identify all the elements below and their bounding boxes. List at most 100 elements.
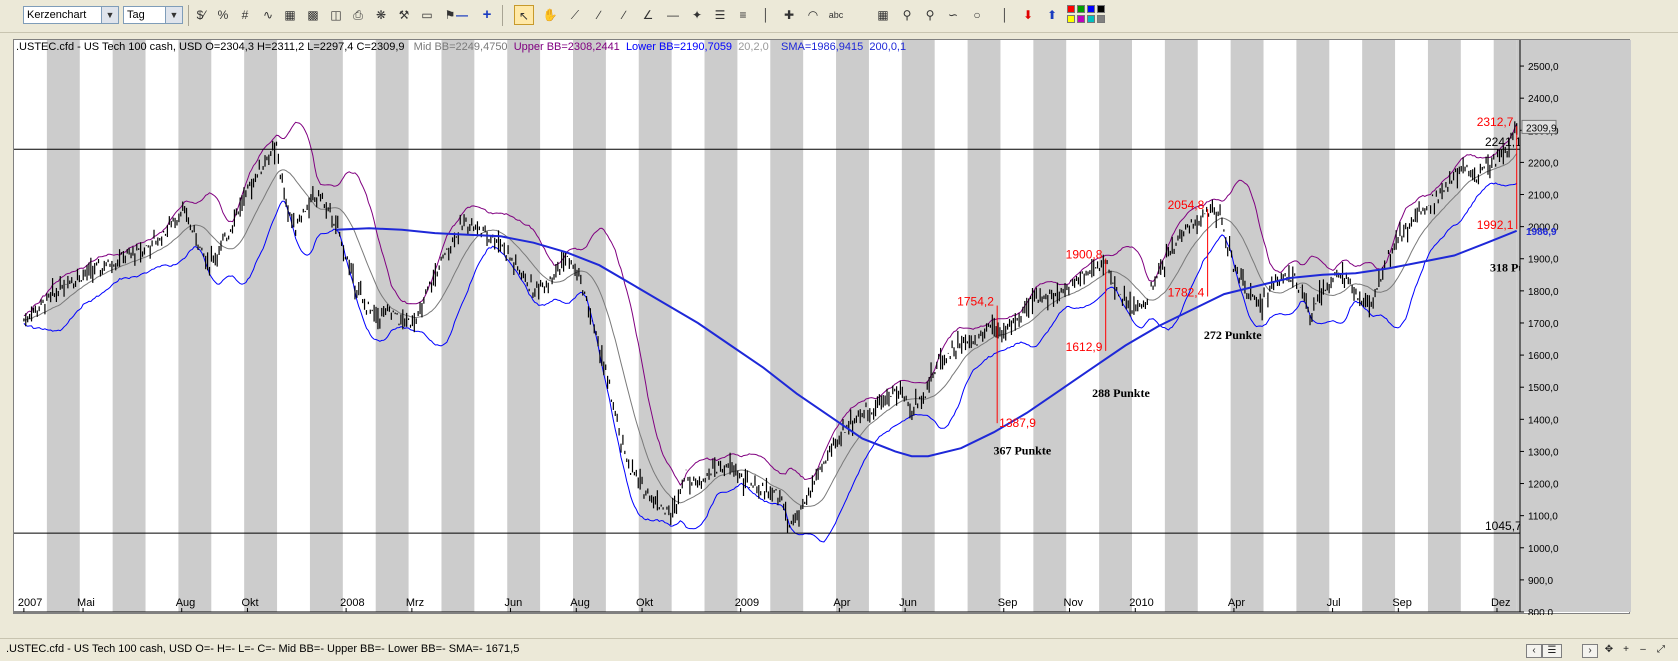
x-tick-label: 2010: [1129, 597, 1153, 609]
background-stripe: [244, 40, 278, 612]
crosshair-icon[interactable]: ✚: [779, 5, 799, 25]
points-label: 367 Punkte: [993, 444, 1051, 458]
y-tick-label: 1200,0: [1528, 480, 1559, 491]
y-tick-label: 1600,0: [1528, 351, 1559, 362]
x-tick-label: Jun: [505, 597, 523, 609]
freehand-icon[interactable]: ∽: [943, 5, 963, 25]
hand-icon[interactable]: ✋: [540, 5, 560, 25]
y-tick-label: 2500,0: [1528, 62, 1559, 73]
move-icon[interactable]: ✥: [1602, 644, 1616, 656]
color-palette[interactable]: [1067, 5, 1107, 25]
fan-icon[interactable]: ✦: [687, 5, 707, 25]
fibonacci-icon[interactable]: ☰: [710, 5, 730, 25]
angle-line-icon[interactable]: ∠: [638, 5, 658, 25]
scrollbar-thumb[interactable]: ☰: [1542, 644, 1562, 658]
zoom-region-icon[interactable]: ⚲: [920, 5, 940, 25]
y-tick-label: 1100,0: [1528, 512, 1558, 523]
retracement-icon[interactable]: ≡: [733, 5, 753, 25]
y-tick-label: 2400,0: [1528, 94, 1559, 105]
background-stripe: [178, 40, 212, 612]
dollar-percent-icon[interactable]: $⁄: [191, 5, 211, 25]
period-value: Tag: [127, 9, 145, 21]
annotation-label: 2054,8: [1168, 198, 1205, 212]
grid-icon[interactable]: #: [235, 5, 255, 25]
toolbar-separator: [502, 5, 503, 26]
trend-line-icon[interactable]: ⟋: [565, 5, 585, 25]
x-tick-label: Apr: [833, 597, 850, 609]
scroll-right-icon[interactable]: ›: [1582, 644, 1598, 658]
background-stripe: [1033, 40, 1067, 612]
tools-icon[interactable]: ⚒: [394, 5, 414, 25]
zoom-out-icon[interactable]: —: [452, 5, 472, 25]
x-tick-label: 2007: [18, 597, 42, 609]
zoom-minus-icon[interactable]: –: [1636, 644, 1650, 656]
parallel-lines-icon[interactable]: ∕: [589, 5, 609, 25]
color-swatch[interactable]: [1067, 5, 1075, 13]
period-select[interactable]: Tag ▼: [123, 6, 183, 24]
indicator-icon[interactable]: ❋: [371, 5, 391, 25]
color-swatch[interactable]: [1077, 15, 1085, 23]
eraser-icon[interactable]: ◫: [326, 5, 346, 25]
text-tool-icon[interactable]: abc: [826, 5, 846, 25]
percent-icon[interactable]: %: [213, 5, 233, 25]
y-tick-label: 1400,0: [1528, 415, 1559, 426]
zoom-in-icon[interactable]: +: [477, 5, 497, 25]
background-stripe: [507, 40, 541, 612]
arrow-down-icon[interactable]: ⬇: [1018, 5, 1038, 25]
cycle-lines-icon[interactable]: │: [756, 5, 776, 25]
y-tick-label: 1800,0: [1528, 287, 1559, 298]
x-tick-label: Dez: [1491, 597, 1511, 609]
resize-icon[interactable]: ⤢: [1654, 644, 1668, 656]
arc-icon[interactable]: ◠: [803, 5, 823, 25]
y-tick-label: 1700,0: [1528, 319, 1559, 330]
x-tick-label: 2008: [340, 597, 364, 609]
pointer-icon[interactable]: ↖: [514, 5, 534, 25]
annotation-label: 1782,4: [1168, 286, 1205, 300]
background-stripe: [901, 40, 935, 612]
color-swatch[interactable]: [1067, 15, 1075, 23]
x-tick-label: Sep: [1392, 597, 1412, 609]
chevron-down-icon[interactable]: ▼: [165, 7, 182, 23]
annotation-label: 1612,9: [1066, 340, 1103, 354]
channel-icon[interactable]: ∕: [614, 5, 634, 25]
x-tick-label: Okt: [636, 597, 653, 609]
scroll-left-icon[interactable]: ‹: [1526, 644, 1542, 658]
background-stripe: [638, 40, 672, 612]
ellipse-icon[interactable]: ○: [967, 5, 987, 25]
color-swatch[interactable]: [1077, 5, 1085, 13]
color-swatch[interactable]: [1097, 5, 1105, 13]
chevron-down-icon[interactable]: ▼: [101, 7, 118, 23]
vertical-line-icon[interactable]: │: [995, 5, 1015, 25]
magnifier-icon[interactable]: ⚲: [897, 5, 917, 25]
color-swatch[interactable]: [1087, 15, 1095, 23]
x-tick-label: Jun: [899, 597, 917, 609]
horizontal-line-icon[interactable]: ―: [663, 5, 683, 25]
chart-type-select[interactable]: Kerzenchart ▼: [23, 6, 119, 24]
legend-sma-params: 200,0,1: [869, 41, 907, 53]
zoom-plus-icon[interactable]: +: [1619, 644, 1633, 656]
background-stripe: [770, 40, 804, 612]
y-tick-label: 900,0: [1528, 576, 1553, 587]
chart-area[interactable]: 2241,1 1045,7 1754,2 1387,9 1900,8 1612,9 2054…: [13, 39, 1631, 615]
color-swatch[interactable]: [1087, 5, 1095, 13]
picture-icon[interactable]: ▩: [303, 5, 323, 25]
y-tick-label: 800,0: [1528, 608, 1553, 615]
x-tick-label: Apr: [1228, 597, 1245, 609]
y-tick-label: 1500,0: [1528, 383, 1559, 394]
calculator-icon[interactable]: ▦: [280, 5, 300, 25]
line-chart-icon[interactable]: ∿: [258, 5, 278, 25]
background-stripe: [704, 40, 738, 612]
background-stripe: [1296, 40, 1330, 612]
legend-bb-params: 20,2,0: [738, 41, 769, 53]
window-icon[interactable]: ▭: [417, 5, 437, 25]
print-icon[interactable]: ⎙: [348, 5, 368, 25]
legend-symbol-info: .USTEC.cfd - US Tech 100 cash, USD O=230…: [16, 41, 405, 53]
x-tick-label: Aug: [570, 597, 590, 609]
annotation-label: 1900,8: [1066, 247, 1103, 261]
arrow-up-icon[interactable]: ⬆: [1042, 5, 1062, 25]
color-swatch[interactable]: [1097, 15, 1105, 23]
calculator-tool-icon[interactable]: ▦: [873, 5, 893, 25]
legend-lower-bb: Lower BB=2190,7059: [625, 41, 733, 53]
x-tick-label: Okt: [241, 597, 258, 609]
background-stripe: [1427, 40, 1461, 612]
